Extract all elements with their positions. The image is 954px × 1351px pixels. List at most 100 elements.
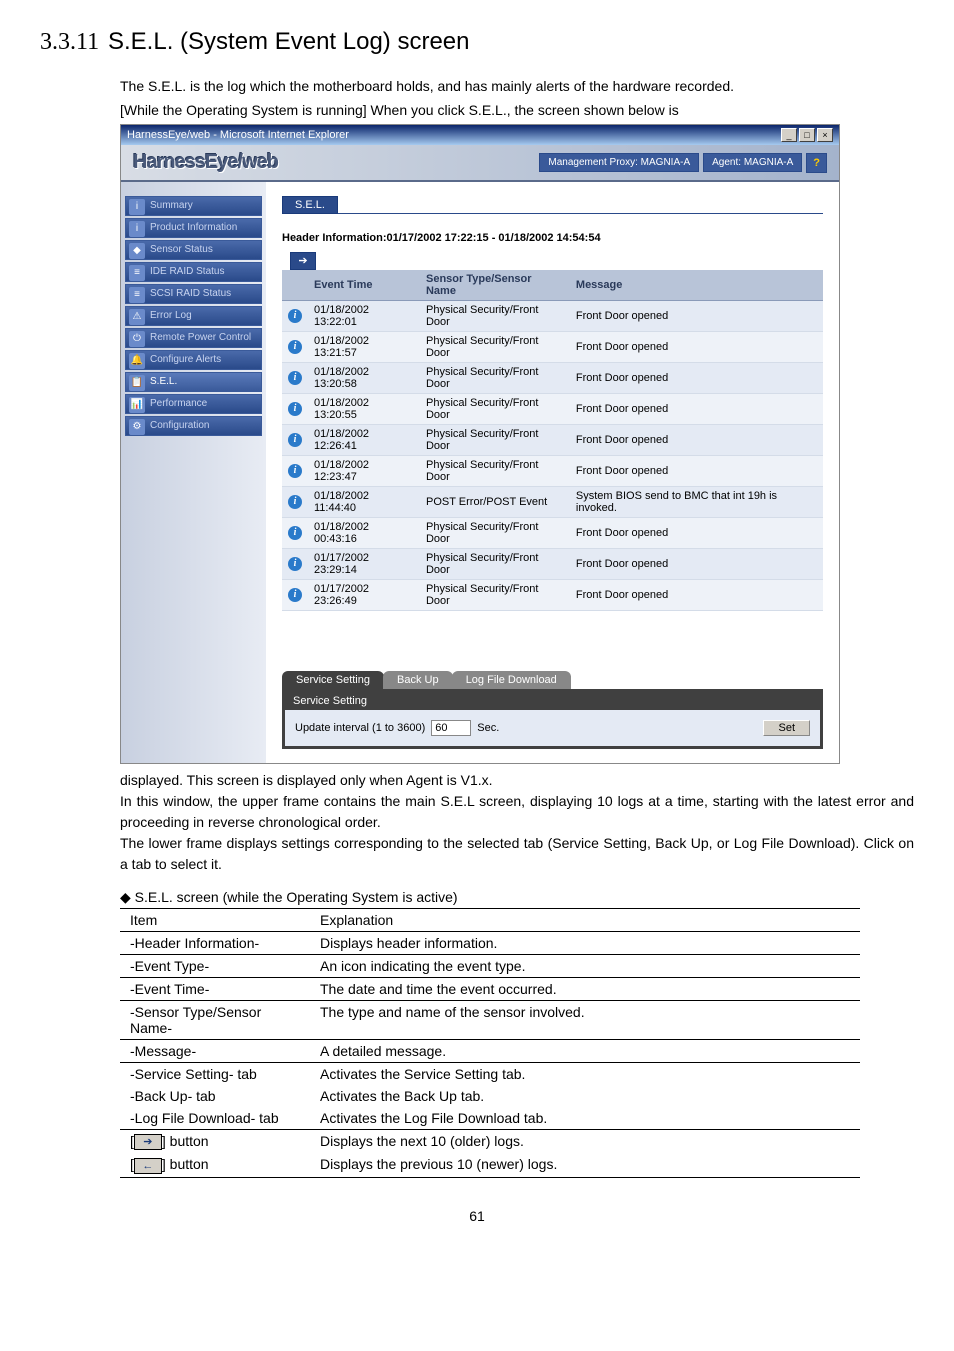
service-setting-panel: Service Setting Update interval (1 to 36… <box>282 689 823 749</box>
post-p1: displayed. This screen is displayed only… <box>120 770 914 791</box>
desc-row: -Sensor Type/Sensor Name-The type and na… <box>120 1001 860 1040</box>
section-title: S.E.L. (System Event Log) screen <box>108 28 470 55</box>
sidebar: iSummary i Product Information ◆ Sensor St… <box>121 182 266 763</box>
cell-message: Front Door opened <box>570 518 823 549</box>
desc-item: -Event Type- <box>120 955 310 978</box>
scsi-icon: ≡ <box>129 287 145 303</box>
tab-log-file-download[interactable]: Log File Download <box>452 671 571 689</box>
product-icon: i <box>129 221 145 237</box>
log-icon: 📋 <box>129 375 145 391</box>
cell-sensor: Physical Security/Front Door <box>420 580 570 611</box>
cell-message: Front Door opened <box>570 332 823 363</box>
desc-col-item: Item <box>120 909 310 932</box>
sidebar-item-label: Configuration <box>150 420 209 431</box>
maximize-icon[interactable]: □ <box>799 128 815 142</box>
column-event-time: Event Time <box>308 270 420 301</box>
sidebar-item-sel[interactable]: 📋S.E.L. <box>125 372 262 392</box>
sidebar-item-ide-raid[interactable]: ≡IDE RAID Status <box>125 262 262 282</box>
desc-row: -Event Time-The date and time the event … <box>120 978 860 1001</box>
table-row: i01/18/2002 00:43:16Physical Security/Fr… <box>282 518 823 549</box>
sidebar-item-product-info[interactable]: i Product Information <box>125 218 262 238</box>
sidebar-item-sensor-status[interactable]: ◆ Sensor Status <box>125 240 262 260</box>
sidebar-item-label: SCSI RAID Status <box>150 288 231 299</box>
sidebar-item-scsi-raid[interactable]: ≡ SCSI RAID Status <box>125 284 262 304</box>
intro-p2: [While the Operating System is running] … <box>120 101 914 121</box>
cell-message: Front Door opened <box>570 363 823 394</box>
top-bar: HarnessEye/web Management Proxy: MAGNIA-… <box>121 145 839 182</box>
desc-explanation: Activates the Back Up tab. <box>310 1085 860 1107</box>
set-button[interactable]: Set <box>763 720 810 736</box>
sidebar-item-label: Product Information <box>150 222 237 233</box>
desc-explanation: Displays the previous 10 (newer) logs. <box>310 1153 860 1177</box>
cell-sensor: Physical Security/Front Door <box>420 363 570 394</box>
bell-icon: 🔔 <box>129 353 145 369</box>
cell-sensor: Physical Security/Front Door <box>420 518 570 549</box>
sidebar-item-label: Sensor Status <box>150 244 213 255</box>
next-page-button[interactable]: ➔ <box>290 252 316 270</box>
sidebar-item-remote-power[interactable]: ⏻Remote Power Control <box>125 328 262 348</box>
sidebar-item-label: Summary <box>150 200 193 211</box>
table-row: i01/18/2002 13:20:55Physical Security/Fr… <box>282 394 823 425</box>
interval-unit: Sec. <box>477 722 499 734</box>
close-icon[interactable]: × <box>817 128 833 142</box>
desc-item: [←] button <box>120 1153 310 1177</box>
header-information: Header Information:01/17/2002 17:22:15 -… <box>282 232 823 244</box>
cell-message: Front Door opened <box>570 580 823 611</box>
info-event-icon: i <box>288 309 302 323</box>
window-titlebar: HarnessEye/web - Microsoft Internet Expl… <box>121 125 839 145</box>
tab-back-up[interactable]: Back Up <box>383 671 453 689</box>
interval-input[interactable] <box>431 720 471 736</box>
desc-row: -Log File Download- tabActivates the Log… <box>120 1107 860 1130</box>
service-setting-label: Service Setting <box>285 692 820 710</box>
product-logo: HarnessEye/web <box>133 151 278 174</box>
desc-row: -Back Up- tabActivates the Back Up tab. <box>120 1085 860 1107</box>
info-event-icon: i <box>288 464 302 478</box>
column-message: Message <box>570 270 823 301</box>
management-proxy-label: Management Proxy: MAGNIA-A <box>539 153 699 172</box>
arrow-icon: ➔ <box>134 1134 162 1150</box>
desc-item: -Log File Download- tab <box>120 1107 310 1130</box>
cell-event-time: 01/18/2002 13:21:57 <box>308 332 420 363</box>
desc-explanation: A detailed message. <box>310 1040 860 1063</box>
intro-text: The S.E.L. is the log which the motherbo… <box>120 77 914 120</box>
section-number: 3.3.11 <box>40 29 99 55</box>
cell-event-time: 01/18/2002 13:22:01 <box>308 301 420 332</box>
desc-item: -Header Information- <box>120 932 310 955</box>
cell-event-time: 01/18/2002 00:43:16 <box>308 518 420 549</box>
screenshot: HarnessEye/web - Microsoft Internet Expl… <box>120 124 840 764</box>
sidebar-item-error-log[interactable]: ⚠Error Log <box>125 306 262 326</box>
cell-message: System BIOS send to BMC that int 19h is … <box>570 487 823 518</box>
sidebar-item-label: Performance <box>150 398 207 409</box>
desc-explanation: Displays the next 10 (older) logs. <box>310 1130 860 1154</box>
desc-item: -Back Up- tab <box>120 1085 310 1107</box>
table-row: i01/18/2002 11:44:40POST Error/POST Even… <box>282 487 823 518</box>
info-event-icon: i <box>288 433 302 447</box>
sidebar-item-summary[interactable]: iSummary <box>125 196 262 216</box>
desc-row: -Message-A detailed message. <box>120 1040 860 1063</box>
table-row: i01/18/2002 12:23:47Physical Security/Fr… <box>282 456 823 487</box>
ide-icon: ≡ <box>129 265 145 281</box>
table-row: i01/18/2002 13:20:58Physical Security/Fr… <box>282 363 823 394</box>
cell-sensor: POST Error/POST Event <box>420 487 570 518</box>
cell-sensor: Physical Security/Front Door <box>420 394 570 425</box>
interval-label: Update interval (1 to 3600) <box>295 722 425 734</box>
tab-service-setting[interactable]: Service Setting <box>282 671 384 689</box>
sensor-icon: ◆ <box>129 243 145 259</box>
desc-explanation: The type and name of the sensor involved… <box>310 1001 860 1040</box>
desc-table-heading: ◆ S.E.L. screen (while the Operating Sys… <box>120 889 914 906</box>
help-icon[interactable]: ? <box>806 153 827 173</box>
arrow-icon: ← <box>134 1158 162 1174</box>
column-sensor: Sensor Type/Sensor Name <box>420 270 570 301</box>
cell-message: Front Door opened <box>570 425 823 456</box>
desc-explanation: An icon indicating the event type. <box>310 955 860 978</box>
desc-explanation: The date and time the event occurred. <box>310 978 860 1001</box>
cell-message: Front Door opened <box>570 301 823 332</box>
minimize-icon[interactable]: _ <box>781 128 797 142</box>
desc-item: [➔] button <box>120 1130 310 1154</box>
cell-sensor: Physical Security/Front Door <box>420 549 570 580</box>
cell-sensor: Physical Security/Front Door <box>420 332 570 363</box>
sidebar-item-configuration[interactable]: ⚙Configuration <box>125 416 262 436</box>
sidebar-item-performance[interactable]: 📊Performance <box>125 394 262 414</box>
sidebar-item-configure-alerts[interactable]: 🔔Configure Alerts <box>125 350 262 370</box>
info-event-icon: i <box>288 340 302 354</box>
